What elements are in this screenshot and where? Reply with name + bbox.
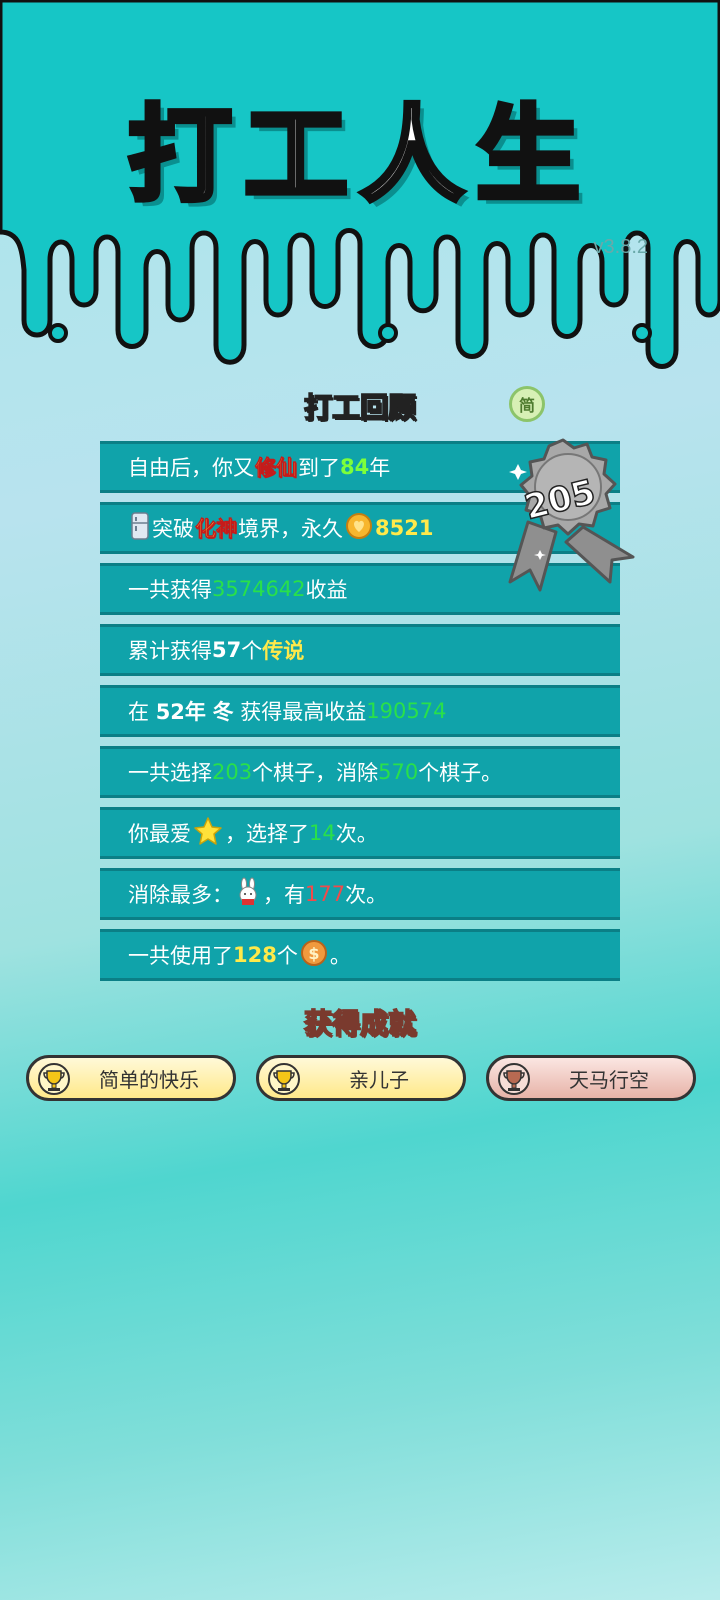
simplified-toggle-label: 简 (518, 396, 535, 415)
gold-trophy-icon (267, 1062, 301, 1101)
heart-coin-icon (345, 512, 373, 545)
row-value: 3574642 (212, 577, 306, 601)
row-value: 冬 (212, 700, 234, 724)
app-title: 打工人生 (125, 92, 592, 219)
achievement-item[interactable]: 简单的快乐 (26, 1055, 236, 1101)
list-item: 你最爱 ，选择了 14 次。 (100, 807, 620, 859)
fridge-icon (130, 511, 150, 545)
row-value: 57 (212, 638, 242, 662)
row-value: 14 (309, 821, 336, 845)
row-text: 一共选择 (128, 761, 212, 785)
row-highlight: 修仙 (255, 456, 298, 481)
row-text: 一共使用了 (128, 944, 233, 968)
row-text: 获得最高收益 (240, 700, 367, 724)
row-text: 突破 (152, 517, 194, 541)
star-icon (193, 816, 223, 851)
row-text: 收益 (305, 578, 348, 602)
achievement-item[interactable]: 亲儿子 (256, 1055, 466, 1101)
achievement-item[interactable]: 天马行空 (486, 1055, 696, 1101)
rabbit-icon (235, 877, 261, 912)
row-text: 个棋子。 (418, 761, 503, 785)
row-text: 自由后，你又 (128, 456, 254, 480)
list-item: 消除最多： ，有 177 次。 (100, 868, 620, 920)
row-text: 境界，永久 (238, 517, 343, 541)
list-item: 一共选择 203 个棋子，消除 570 个棋子。 (100, 746, 620, 798)
row-text: ，选择了 (225, 822, 309, 846)
achievements-title: 获得成就 (303, 1006, 417, 1041)
row-value: 190574 (366, 699, 447, 723)
list-item: 累计获得 57 个 传说 (100, 624, 620, 676)
list-item: 一共使用了 128 个 $ 。 (100, 929, 620, 981)
row-text: 一共获得 (128, 578, 212, 602)
row-value: 570 (378, 760, 419, 784)
version-label: v3.8.2 (593, 236, 648, 258)
dollar-coin-icon: $ (300, 939, 328, 972)
row-highlight: 传说 (262, 639, 305, 663)
simplified-toggle-button[interactable]: 简 (509, 386, 545, 422)
bronze-trophy-icon (497, 1062, 531, 1101)
row-text: 次。 (335, 822, 378, 846)
header: 打工人生 v3.8.2 (0, 0, 720, 380)
list-item: 在 52年 冬 获得最高收益 190574 (100, 685, 620, 737)
row-text: 累计获得 (128, 639, 212, 663)
row-highlight: 化神 (195, 517, 238, 542)
row-text: 到了 (298, 456, 340, 480)
row-value: 52年 (155, 700, 206, 724)
row-text: 个 (276, 944, 298, 968)
row-value: 128 (233, 943, 277, 967)
row-value: 177 (305, 882, 346, 906)
row-text: 。 (329, 944, 351, 968)
row-text: 次。 (345, 883, 388, 907)
row-text: 个 (241, 639, 263, 663)
row-text: 消除最多： (128, 883, 233, 907)
row-text: 你最爱 (128, 822, 191, 846)
row-text: ，有 (263, 883, 305, 907)
gold-trophy-icon (37, 1062, 71, 1101)
svg-text:$: $ (308, 944, 319, 963)
row-value: 203 (212, 760, 253, 784)
row-value: 84 (340, 455, 370, 479)
achievements-list: 简单的快乐 亲儿子 天马行空 (26, 1055, 696, 1101)
review-title: 打工回顾 (303, 390, 417, 425)
row-value: 8521 (375, 516, 434, 540)
row-text: 年 (369, 456, 391, 480)
row-text: 在 (128, 700, 149, 724)
row-text: 个棋子，消除 (252, 761, 379, 785)
